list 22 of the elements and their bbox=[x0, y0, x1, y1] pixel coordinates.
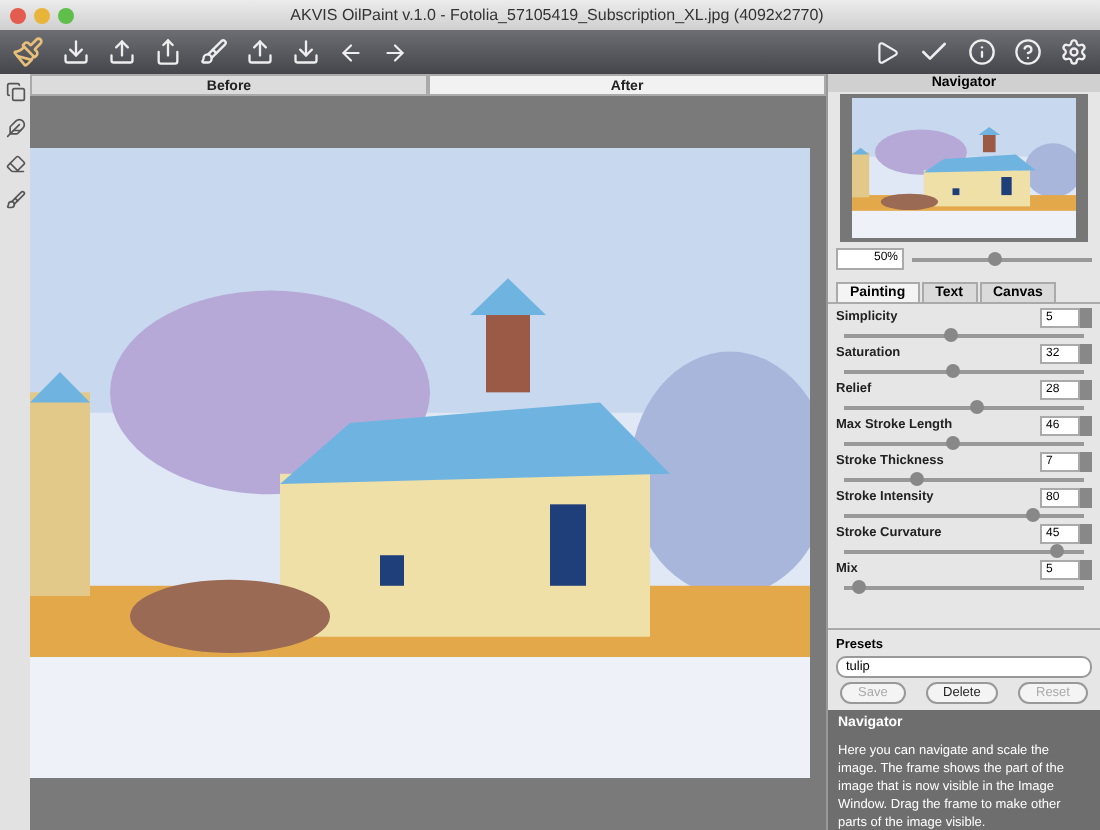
feather-tool-icon[interactable] bbox=[5, 118, 25, 138]
redo-arrow-icon[interactable] bbox=[382, 39, 408, 65]
eraser-tool-icon[interactable] bbox=[5, 154, 25, 174]
zoom-button[interactable] bbox=[58, 7, 74, 23]
slider-thumb[interactable] bbox=[946, 435, 960, 449]
slider-thumb[interactable] bbox=[852, 579, 867, 593]
settings-icon[interactable] bbox=[1060, 38, 1088, 66]
play-icon[interactable] bbox=[874, 39, 900, 65]
brush-tool-icon[interactable] bbox=[5, 190, 25, 210]
slider-thumb[interactable] bbox=[946, 363, 960, 377]
slider-thumb[interactable] bbox=[910, 471, 924, 485]
slider-thumb[interactable] bbox=[987, 251, 1001, 265]
help-icon[interactable] bbox=[1014, 38, 1042, 66]
slider-thumb[interactable] bbox=[970, 399, 984, 413]
close-button[interactable] bbox=[10, 7, 26, 23]
undo-arrow-icon[interactable] bbox=[338, 39, 364, 65]
slider-thumb[interactable] bbox=[943, 327, 958, 341]
brush-logo-icon bbox=[12, 36, 44, 68]
info-icon[interactable] bbox=[968, 38, 996, 66]
minimize-button[interactable] bbox=[34, 7, 50, 23]
window-title: AKVIS OilPaint v.1.0 - Fotolia_57105419_Subscription_XL.jpg (4092x2770) bbox=[290, 6, 826, 24]
slider-thumb[interactable] bbox=[1025, 507, 1040, 521]
